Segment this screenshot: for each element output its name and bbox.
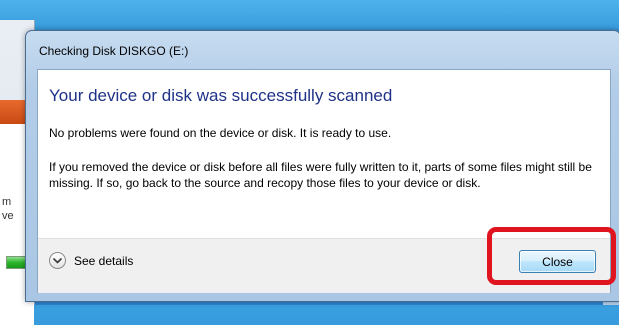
chevron-down-circle-icon[interactable] (49, 252, 66, 269)
warning-message: If you removed the device or disk before… (49, 160, 592, 190)
see-details-toggle[interactable]: See details (49, 252, 133, 269)
main-instruction: Your device or disk was successfully sca… (49, 86, 393, 105)
dialog-title: Checking Disk DISKGO (E:) (39, 44, 189, 58)
see-details-label[interactable]: See details (74, 254, 133, 268)
highlight-annotation (487, 227, 616, 285)
background-window-text: m (2, 196, 12, 208)
background-window-text: ve (2, 210, 14, 222)
status-message: No problems were found on the device or … (49, 126, 392, 140)
